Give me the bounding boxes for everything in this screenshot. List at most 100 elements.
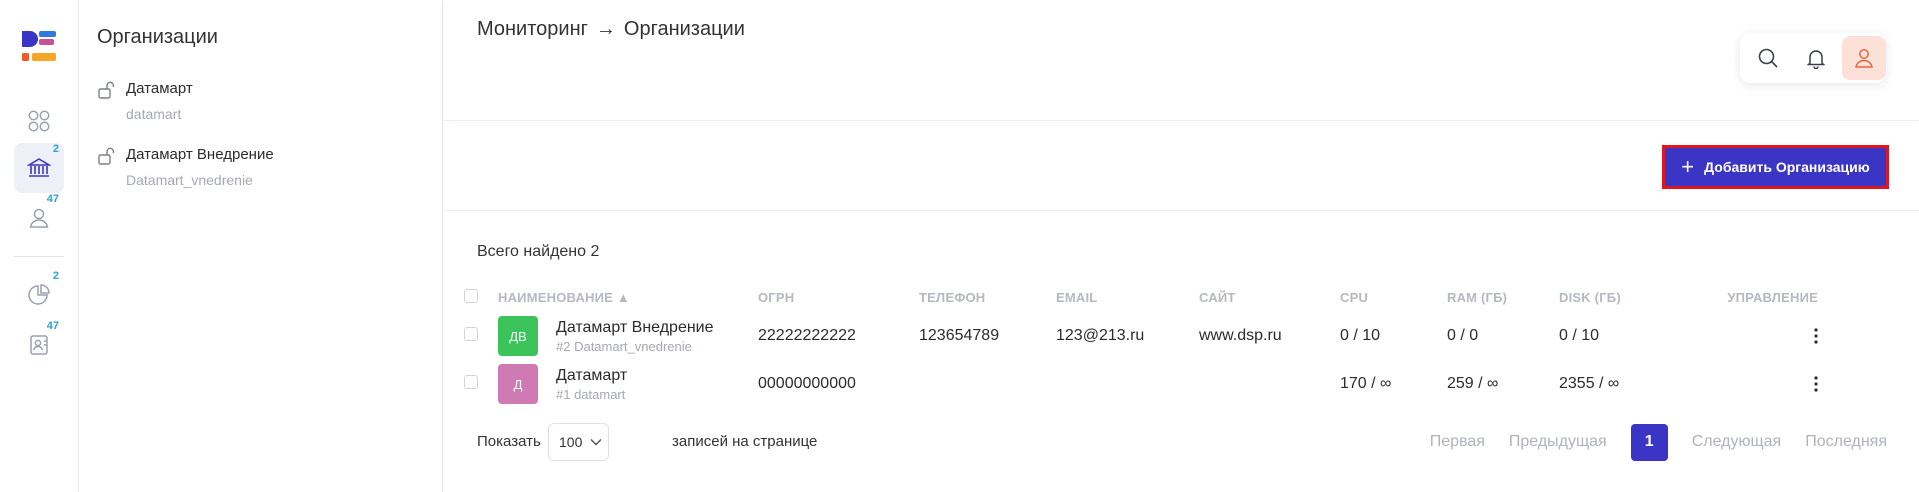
panel-title: Организации — [97, 26, 218, 48]
table-footer: Показать 100 записей на странице Первая … — [477, 423, 1887, 461]
show-label: Показать — [477, 433, 541, 450]
row-site — [1199, 360, 1340, 408]
nav-badge: 47 — [46, 320, 59, 332]
search-icon — [1758, 48, 1778, 68]
logo[interactable] — [20, 29, 58, 65]
page-size-value: 100 — [559, 434, 583, 450]
org-code: datamart — [126, 106, 182, 122]
icon-rail: 2 47 2 47 — [0, 0, 79, 492]
col-phone[interactable]: ТЕЛЕФОН — [919, 282, 1056, 312]
row-org-sub: #2 Datamart_vnedrenie — [556, 338, 692, 354]
row-site: www.dsp.ru — [1199, 327, 1282, 344]
add-organization-label: Добавить Организацию — [1704, 159, 1870, 175]
plus-icon: + — [1681, 154, 1695, 179]
user-icon — [1855, 49, 1873, 68]
bell-icon — [1806, 50, 1826, 69]
org-list-item[interactable]: Датамарт datamart — [97, 80, 427, 128]
user-icon — [29, 208, 49, 228]
nav-badge: 2 — [52, 143, 59, 155]
row-org-name[interactable]: Датамарт — [556, 367, 627, 385]
page-size-select[interactable]: 100 — [548, 423, 609, 461]
row-disk: 2355 / ∞ — [1559, 375, 1620, 392]
row-cpu: 0 / 10 — [1340, 327, 1381, 344]
row-ram: 259 / ∞ — [1447, 375, 1499, 392]
col-ram[interactable]: RAM (ГБ) — [1447, 282, 1559, 312]
nav-users[interactable]: 47 — [14, 193, 64, 243]
org-avatar: Д — [498, 364, 538, 404]
apps-grid-icon — [28, 110, 50, 132]
bank-icon — [27, 158, 51, 177]
rail-divider — [14, 256, 64, 257]
row-org-sub: #1 datamart — [556, 386, 626, 402]
nav-badge: 2 — [52, 270, 59, 282]
nav-resources[interactable]: 2 — [14, 270, 64, 320]
select-all-checkbox[interactable] — [464, 288, 478, 303]
total-count: Всего найдено 2 — [477, 243, 600, 260]
breadcrumb: Мониторинг → Организации — [477, 18, 745, 41]
page-last[interactable]: Последняя — [1805, 433, 1887, 451]
top-bar: Мониторинг → Организации — [444, 0, 1919, 121]
organizations-table: НАИМЕНОВАНИЕ ▲ ОГРН ТЕЛЕФОН EMAIL САЙТ C… — [464, 282, 1818, 408]
org-name: Датамарт — [126, 80, 193, 97]
profile-button[interactable] — [1842, 36, 1886, 80]
contact-card-icon — [30, 335, 48, 355]
toolbar: + Добавить Организацию — [444, 121, 1919, 211]
organizations-panel: Организации Датамарт datamart Датамарт В… — [79, 0, 443, 492]
row-org-name[interactable]: Датамарт Внедрение — [556, 319, 714, 337]
row-actions-button[interactable] — [1798, 324, 1818, 348]
nav-dashboard[interactable] — [14, 96, 64, 146]
add-organization-button[interactable]: + Добавить Организацию — [1662, 145, 1889, 189]
col-email[interactable]: EMAIL — [1056, 282, 1199, 312]
kebab-menu-icon — [1814, 328, 1818, 344]
pie-chart-icon — [28, 284, 50, 305]
nav-badge: 47 — [46, 193, 59, 205]
page-current[interactable]: 1 — [1630, 423, 1668, 461]
col-cpu[interactable]: CPU — [1340, 282, 1447, 312]
page-next[interactable]: Следующая — [1692, 433, 1782, 451]
table-row[interactable]: ДВ Датамарт Внедрение #2 Datamart_vnedre… — [464, 312, 1818, 360]
col-ogrn[interactable]: ОГРН — [758, 282, 919, 312]
row-disk: 0 / 10 — [1559, 327, 1600, 344]
col-site[interactable]: САЙТ — [1199, 282, 1340, 312]
per-page-label: записей на странице — [672, 433, 818, 450]
breadcrumb-current: Организации — [623, 18, 745, 40]
row-cpu: 170 / ∞ — [1340, 375, 1392, 392]
main-content: Мониторинг → Организации + Добавить Орга… — [444, 0, 1919, 492]
nav-organizations[interactable]: 2 — [14, 143, 64, 193]
unlock-icon — [98, 147, 115, 165]
org-avatar: ДВ — [498, 316, 538, 356]
breadcrumb-separator: → — [595, 18, 616, 40]
org-code: Datamart_vnedrenie — [126, 172, 253, 188]
col-disk[interactable]: DISK (ГБ) — [1559, 282, 1723, 312]
row-ogrn: 00000000000 — [758, 375, 856, 392]
row-email — [1056, 360, 1199, 408]
unlock-icon — [98, 81, 115, 99]
notifications-button[interactable] — [1794, 36, 1838, 80]
row-actions-button[interactable] — [1798, 372, 1818, 396]
row-phone — [919, 360, 1056, 408]
row-name-cell: Д Датамарт #1 datamart — [498, 364, 758, 404]
header-actions — [1740, 33, 1886, 83]
nav-contacts[interactable]: 47 — [14, 320, 64, 370]
row-name-cell: ДВ Датамарт Внедрение #2 Datamart_vnedre… — [498, 316, 758, 356]
kebab-menu-icon — [1814, 376, 1818, 392]
pagination: Первая Предыдущая 1 Следующая Последняя — [1430, 423, 1887, 461]
chevron-down-icon — [590, 438, 602, 446]
breadcrumb-parent[interactable]: Мониторинг — [477, 18, 588, 41]
select-all-cell — [464, 282, 478, 312]
row-ogrn: 22222222222 — [758, 327, 856, 344]
table-row[interactable]: Д Датамарт #1 datamart 00000000000 170 /… — [464, 360, 1818, 408]
row-checkbox[interactable] — [464, 374, 478, 389]
col-manage: УПРАВЛЕНИЕ — [1727, 289, 1818, 305]
row-ram: 0 / 0 — [1447, 327, 1479, 344]
page-prev[interactable]: Предыдущая — [1509, 433, 1607, 451]
org-list-item[interactable]: Датамарт Внедрение Datamart_vnedrenie — [97, 146, 427, 194]
search-button[interactable] — [1746, 36, 1790, 80]
row-checkbox[interactable] — [464, 326, 478, 341]
row-phone: 123654789 — [919, 327, 1000, 344]
col-name[interactable]: НАИМЕНОВАНИЕ ▲ — [498, 282, 758, 312]
page-first[interactable]: Первая — [1430, 433, 1485, 451]
row-email: 123@213.ru — [1056, 327, 1145, 344]
table-header-row: НАИМЕНОВАНИЕ ▲ ОГРН ТЕЛЕФОН EMAIL САЙТ C… — [464, 282, 1818, 312]
org-name: Датамарт Внедрение — [126, 146, 274, 163]
